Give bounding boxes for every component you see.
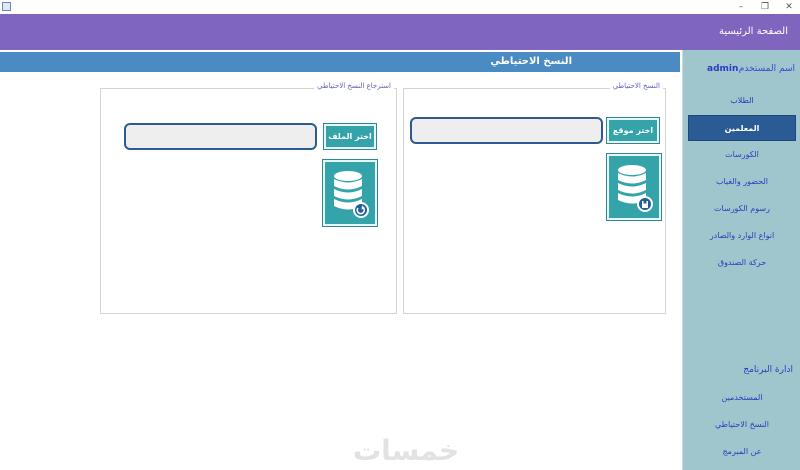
sidebar-item-teachers[interactable]: المعلمين bbox=[688, 115, 796, 141]
sidebar-item-students[interactable]: الطلاب bbox=[688, 88, 796, 114]
program-management-title: ادارة البرنامج bbox=[743, 365, 793, 375]
header-title: الصفحة الرئيسية bbox=[719, 26, 788, 37]
user-label: اسم المستخدم bbox=[738, 64, 795, 74]
sidebar-item-backup[interactable]: النسخ الاحتياطي bbox=[688, 412, 796, 438]
main-title-bar: النسخ الاحتياطي bbox=[0, 52, 680, 72]
restore-panel-title: استرجاع النسخ الاحتياطي bbox=[314, 82, 394, 90]
sidebar-item-attendance[interactable]: الحضور والغياب bbox=[688, 169, 796, 195]
backup-panel: النسخ الاحتياطي اختر موقع الحفظ bbox=[403, 82, 666, 314]
restore-database-icon[interactable] bbox=[322, 159, 378, 227]
app-header: الصفحة الرئيسية bbox=[0, 14, 800, 50]
window-titlebar: – ❐ ✕ bbox=[0, 0, 800, 14]
backup-database-icon[interactable] bbox=[606, 153, 662, 221]
page-title: النسخ الاحتياطي bbox=[490, 56, 572, 67]
restore-panel: استرجاع النسخ الاحتياطي اختر الملف bbox=[100, 82, 397, 314]
backup-location-input[interactable] bbox=[410, 117, 603, 144]
maximize-icon[interactable]: ❐ bbox=[754, 0, 776, 14]
choose-save-location-button[interactable]: اختر موقع الحفظ bbox=[606, 117, 660, 156]
minimize-icon[interactable]: – bbox=[730, 0, 752, 14]
sidebar-item-income-expense-types[interactable]: انواع الوارد والصادر bbox=[688, 223, 796, 249]
sidebar-item-users[interactable]: المستخدمين bbox=[688, 385, 796, 411]
sidebar-item-cash-movement[interactable]: حركة الصندوق bbox=[688, 250, 796, 276]
sidebar-item-courses[interactable]: الكورسات bbox=[688, 142, 796, 168]
choose-file-button[interactable]: اختر الملف bbox=[323, 123, 377, 150]
user-info: اسم المستخدم admin bbox=[683, 64, 800, 78]
sidebar: اسم المستخدم admin الطلاب المعلمين الكور… bbox=[682, 50, 800, 470]
restore-file-input[interactable] bbox=[124, 123, 317, 150]
backup-panel-title: النسخ الاحتياطي bbox=[609, 82, 663, 90]
sidebar-item-course-fees[interactable]: رسوم الكورسات bbox=[688, 196, 796, 222]
close-icon[interactable]: ✕ bbox=[778, 0, 800, 14]
user-name: admin bbox=[707, 64, 739, 74]
sidebar-item-about-developer[interactable]: عن المبرمج bbox=[688, 439, 796, 465]
app-icon bbox=[2, 2, 11, 11]
watermark: خمسات bbox=[353, 434, 460, 467]
